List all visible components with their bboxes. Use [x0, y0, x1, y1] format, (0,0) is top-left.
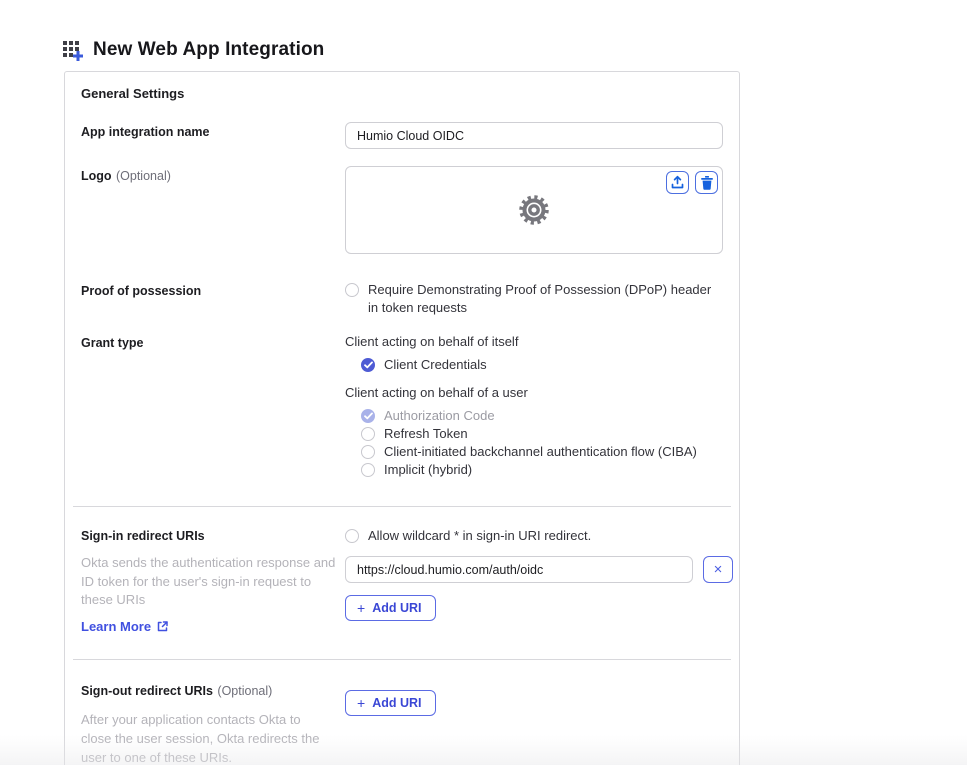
- remove-uri-button[interactable]: ×: [703, 556, 733, 583]
- add-app-icon: [62, 39, 84, 61]
- client-credentials-label[interactable]: Client Credentials: [384, 356, 487, 374]
- refresh-token-checkbox[interactable]: [361, 427, 375, 441]
- plus-icon: +: [357, 696, 365, 710]
- field-row-app-name: App integration name: [81, 122, 723, 149]
- field-row-logo: Logo (Optional): [81, 166, 723, 254]
- signin-uri-input[interactable]: [345, 556, 693, 583]
- grant-group-user-title: Client acting on behalf of a user: [345, 384, 723, 402]
- app-name-label: App integration name: [81, 125, 209, 139]
- signout-add-uri-button[interactable]: + Add URI: [345, 690, 436, 716]
- field-row-signout-redirect-uris: Sign-out redirect URIs (Optional) After …: [81, 681, 723, 765]
- add-uri-button-label: Add URI: [372, 601, 421, 615]
- grant-option-ciba: Client-initiated backchannel authenticat…: [361, 443, 723, 461]
- upload-icon: [670, 175, 685, 190]
- ciba-label[interactable]: Client-initiated backchannel authenticat…: [384, 443, 697, 461]
- signout-uris-label: Sign-out redirect URIs: [81, 684, 213, 698]
- gear-icon: [516, 192, 552, 228]
- signin-uri-row: ×: [345, 556, 723, 583]
- add-uri-button-label: Add URI: [372, 696, 421, 710]
- logo-preview-box: [345, 166, 723, 254]
- general-settings-card: General Settings App integration name Lo…: [64, 71, 740, 765]
- signin-uris-label: Sign-in redirect URIs: [81, 528, 345, 544]
- signin-uris-help: Okta sends the authentication response a…: [81, 554, 345, 610]
- close-icon: ×: [714, 562, 723, 577]
- section-divider: [73, 659, 731, 660]
- signout-uris-help: After your application contacts Okta to …: [81, 710, 333, 765]
- check-icon: [364, 361, 373, 369]
- refresh-token-label[interactable]: Refresh Token: [384, 425, 468, 443]
- trash-icon: [700, 175, 714, 190]
- dpop-checkbox[interactable]: [345, 283, 359, 297]
- implicit-label[interactable]: Implicit (hybrid): [384, 461, 472, 479]
- signin-add-uri-button[interactable]: + Add URI: [345, 595, 436, 621]
- authorization-code-checkbox: [361, 409, 375, 423]
- signin-learn-more-text: Learn More: [81, 619, 151, 634]
- page-header: New Web App Integration: [62, 38, 967, 62]
- implicit-checkbox[interactable]: [361, 463, 375, 477]
- grant-option-authorization-code: Authorization Code: [361, 407, 723, 425]
- delete-logo-button[interactable]: [695, 171, 718, 194]
- authorization-code-label: Authorization Code: [384, 407, 495, 425]
- page-title: New Web App Integration: [93, 39, 324, 61]
- proof-label: Proof of possession: [81, 284, 201, 298]
- signin-learn-more-link[interactable]: Learn More: [81, 619, 168, 634]
- client-credentials-checkbox[interactable]: [361, 358, 375, 372]
- wildcard-checkbox-label[interactable]: Allow wildcard * in sign-in URI redirect…: [368, 527, 591, 545]
- wildcard-checkbox[interactable]: [345, 529, 359, 543]
- app-name-input[interactable]: [345, 122, 723, 149]
- grant-type-label: Grant type: [81, 336, 144, 350]
- section-title: General Settings: [81, 86, 723, 101]
- section-divider: [73, 506, 731, 507]
- grant-group-self-title: Client acting on behalf of itself: [345, 333, 723, 351]
- check-icon: [364, 412, 373, 420]
- dpop-checkbox-label[interactable]: Require Demonstrating Proof of Possessio…: [368, 281, 718, 317]
- field-row-grant-type: Grant type Client acting on behalf of it…: [81, 333, 723, 489]
- field-row-proof-of-possession: Proof of possession Require Demonstratin…: [81, 281, 723, 317]
- logo-actions: [666, 171, 718, 194]
- plus-icon: +: [357, 601, 365, 615]
- ciba-checkbox[interactable]: [361, 445, 375, 459]
- logo-optional-label: (Optional): [116, 169, 171, 183]
- external-link-icon: [157, 621, 168, 632]
- grant-option-refresh-token: Refresh Token: [361, 425, 723, 443]
- logo-label: Logo: [81, 169, 112, 183]
- grant-option-implicit: Implicit (hybrid): [361, 461, 723, 479]
- grant-option-client-credentials: Client Credentials: [361, 356, 723, 374]
- upload-logo-button[interactable]: [666, 171, 689, 194]
- field-row-signin-redirect-uris: Sign-in redirect URIs Okta sends the aut…: [81, 527, 723, 636]
- signout-optional-label: (Optional): [217, 684, 272, 698]
